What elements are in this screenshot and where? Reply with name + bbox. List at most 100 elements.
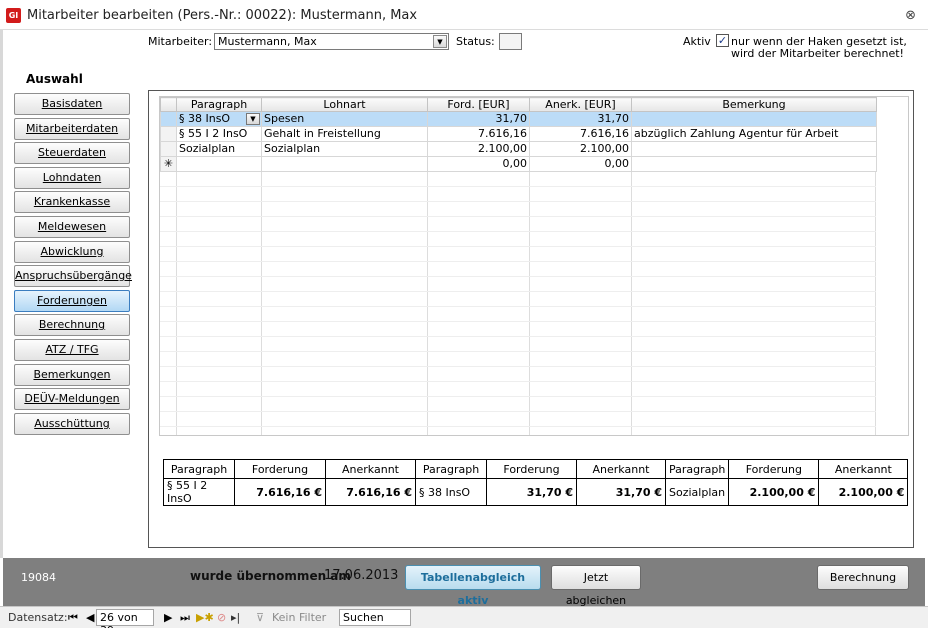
mitarbeiter-combo[interactable]: Mustermann, Max ▼ — [214, 33, 449, 50]
ford-cell[interactable]: 0,00 — [427, 156, 530, 172]
footer-bar: 19084 wurde übernommen am 17.06.2013 Tab… — [3, 558, 925, 607]
ford-cell[interactable]: 31,70 — [427, 111, 530, 127]
title-bar: GI Mitarbeiter bearbeiten (Pers.-Nr.: 00… — [0, 0, 928, 30]
datensatz-label: Datensatz: — [8, 611, 68, 624]
summary-forderung: 31,70 € — [486, 478, 577, 506]
last-record-icon[interactable]: ⏭ — [180, 611, 190, 625]
summary-header: Forderung — [234, 459, 326, 479]
sidebar-item-deüv-meldungen[interactable]: DEÜV-Meldungen — [14, 388, 130, 410]
sidebar-item-ausschüttung[interactable]: Ausschüttung — [14, 413, 130, 435]
summary-paragraph: § 38 InsO — [415, 478, 487, 506]
berechnung-button[interactable]: Berechnung — [817, 565, 909, 590]
chevron-down-icon[interactable]: ▼ — [433, 35, 447, 48]
lohnart-cell[interactable]: Sozialplan — [261, 141, 428, 157]
row-selector[interactable] — [160, 141, 177, 157]
grid-header-row: Paragraph Lohnart Ford. [EUR] Anerk. [EU… — [160, 97, 877, 112]
select-all-corner[interactable] — [160, 97, 177, 112]
col-lohnart[interactable]: Lohnart — [261, 97, 428, 112]
summary-table: Paragraph Forderung Anerkannt Paragraph … — [163, 459, 909, 506]
new-record-row[interactable]: ✳ 0,00 0,00 — [160, 156, 877, 172]
delete-record-icon[interactable]: ⊘ — [217, 611, 226, 624]
aktiv-note-line2: wird der Mitarbeiter berechnet! — [731, 47, 904, 60]
new-row-icon: ✳ — [160, 156, 177, 172]
window-title: Mitarbeiter bearbeiten (Pers.-Nr.: 00022… — [27, 8, 418, 23]
paragraph-cell[interactable] — [176, 156, 262, 172]
record-navigator: Datensatz: ⏮ ◀ 26 von 39 ▶ ⏭ ▶✱ ⊘ ▸| ⊽ K… — [0, 606, 928, 628]
record-position-input[interactable]: 26 von 39 — [96, 609, 154, 628]
summary-header: Forderung — [486, 459, 577, 479]
table-row[interactable]: § 55 I 2 InsO Gehalt in Freistellung 7.6… — [160, 126, 877, 142]
row-selector[interactable] — [160, 126, 177, 142]
bemerkung-cell[interactable] — [631, 156, 877, 172]
anerk-cell[interactable]: 0,00 — [529, 156, 632, 172]
sidebar-item-anspruchsübergänge[interactable]: Anspruchsübergänge — [14, 265, 132, 287]
sidebar-item-krankenkasse[interactable]: Krankenkasse — [14, 191, 130, 213]
filter-status[interactable]: Kein Filter — [272, 611, 326, 624]
table-row[interactable]: Sozialplan Sozialplan 2.100,00 2.100,00 — [160, 141, 877, 157]
ford-cell[interactable]: 7.616,16 — [427, 126, 530, 142]
paragraph-cell[interactable]: § 55 I 2 InsO — [176, 126, 262, 142]
new-record-icon[interactable]: ▶✱ — [196, 611, 214, 624]
next-record-icon[interactable]: ▶ — [164, 611, 172, 624]
col-anerk[interactable]: Anerk. [EUR] — [529, 97, 632, 112]
summary-anerkannt: 31,70 € — [576, 478, 666, 506]
tabellenabgleich-button[interactable]: Tabellenabgleich aktiv — [405, 565, 541, 607]
sidebar-item-abwicklung[interactable]: Abwicklung — [14, 241, 130, 263]
sidebar-item-bemerkungen[interactable]: Bemerkungen — [14, 364, 130, 386]
paragraph-cell[interactable]: Sozialplan — [176, 141, 262, 157]
lohnart-cell[interactable]: Spesen — [261, 111, 428, 127]
anerk-cell[interactable]: 2.100,00 — [529, 141, 632, 157]
summary-header-row: Paragraph Forderung Anerkannt Paragraph … — [163, 459, 909, 479]
summary-paragraph: § 55 I 2 InsO — [163, 478, 235, 506]
filter-icon: ⊽ — [256, 611, 265, 624]
chevron-down-icon[interactable]: ▼ — [246, 113, 260, 125]
ford-cell[interactable]: 2.100,00 — [427, 141, 530, 157]
bemerkung-cell[interactable] — [631, 111, 877, 127]
close-icon[interactable]: ⊗ — [905, 8, 916, 23]
paragraph-cell[interactable]: § 38 InsO ▼ — [176, 111, 262, 127]
sidebar-item-lohndaten[interactable]: Lohndaten — [14, 167, 130, 189]
sidebar-item-forderungen[interactable]: Forderungen — [14, 290, 130, 312]
table-row[interactable]: § 38 InsO ▼ Spesen 31,70 31,70 — [160, 111, 877, 127]
summary-paragraph: Sozialplan — [664, 478, 730, 506]
first-record-icon[interactable]: ⏮ — [68, 611, 78, 625]
prev-record-icon[interactable]: ◀ — [86, 611, 94, 624]
summary-header: Anerkannt — [576, 459, 666, 479]
lohnart-cell[interactable]: Gehalt in Freistellung — [261, 126, 428, 142]
aktiv-label: Aktiv — [683, 35, 711, 48]
summary-forderung: 7.616,16 € — [234, 478, 326, 506]
sidebar-item-steuerdaten[interactable]: Steuerdaten — [14, 142, 130, 164]
anerk-cell[interactable]: 31,70 — [529, 111, 632, 127]
jetzt-abgleichen-button[interactable]: Jetzt abgleichen — [551, 565, 641, 607]
col-bemerkung[interactable]: Bemerkung — [631, 97, 877, 112]
sidebar-item-berechnung[interactable]: Berechnung — [14, 314, 130, 336]
record-number: 19084 — [21, 571, 56, 584]
search-input[interactable]: Suchen — [339, 609, 411, 626]
sidebar-item-basisdaten[interactable]: Basisdaten — [14, 93, 130, 115]
mitarbeiter-label: Mitarbeiter: — [148, 35, 213, 48]
summary-forderung: 2.100,00 € — [728, 478, 820, 506]
sidebar-title: Auswahl — [26, 72, 83, 86]
status-field[interactable] — [499, 33, 522, 50]
summary-header: Forderung — [728, 459, 820, 479]
aktiv-checkbox[interactable]: ✓ — [716, 34, 729, 47]
summary-header: Paragraph — [163, 459, 235, 479]
row-selector[interactable] — [160, 111, 177, 127]
sidebar-item-mitarbeiterdaten[interactable]: Mitarbeiterdaten — [14, 118, 130, 140]
summary-value-row: § 55 I 2 InsO 7.616,16 € 7.616,16 € § 38… — [163, 478, 909, 506]
mitarbeiter-value: Mustermann, Max — [218, 35, 317, 48]
forderungen-grid: Paragraph Lohnart Ford. [EUR] Anerk. [EU… — [159, 96, 909, 436]
summary-header: Paragraph — [415, 459, 487, 479]
anerk-cell[interactable]: 7.616,16 — [529, 126, 632, 142]
col-ford[interactable]: Ford. [EUR] — [427, 97, 530, 112]
col-paragraph[interactable]: Paragraph — [176, 97, 262, 112]
extra-nav-icon[interactable]: ▸| — [231, 611, 240, 624]
summary-anerkannt: 7.616,16 € — [325, 478, 416, 506]
bemerkung-cell[interactable]: abzüglich Zahlung Agentur für Arbeit — [631, 126, 877, 142]
bemerkung-cell[interactable] — [631, 141, 877, 157]
app-logo-icon: GI — [6, 8, 21, 23]
paragraph-value: § 38 InsO — [179, 112, 231, 126]
sidebar-item-meldewesen[interactable]: Meldewesen — [14, 216, 130, 238]
lohnart-cell[interactable] — [261, 156, 428, 172]
sidebar-item-atz-tfg[interactable]: ATZ / TFG — [14, 339, 130, 361]
